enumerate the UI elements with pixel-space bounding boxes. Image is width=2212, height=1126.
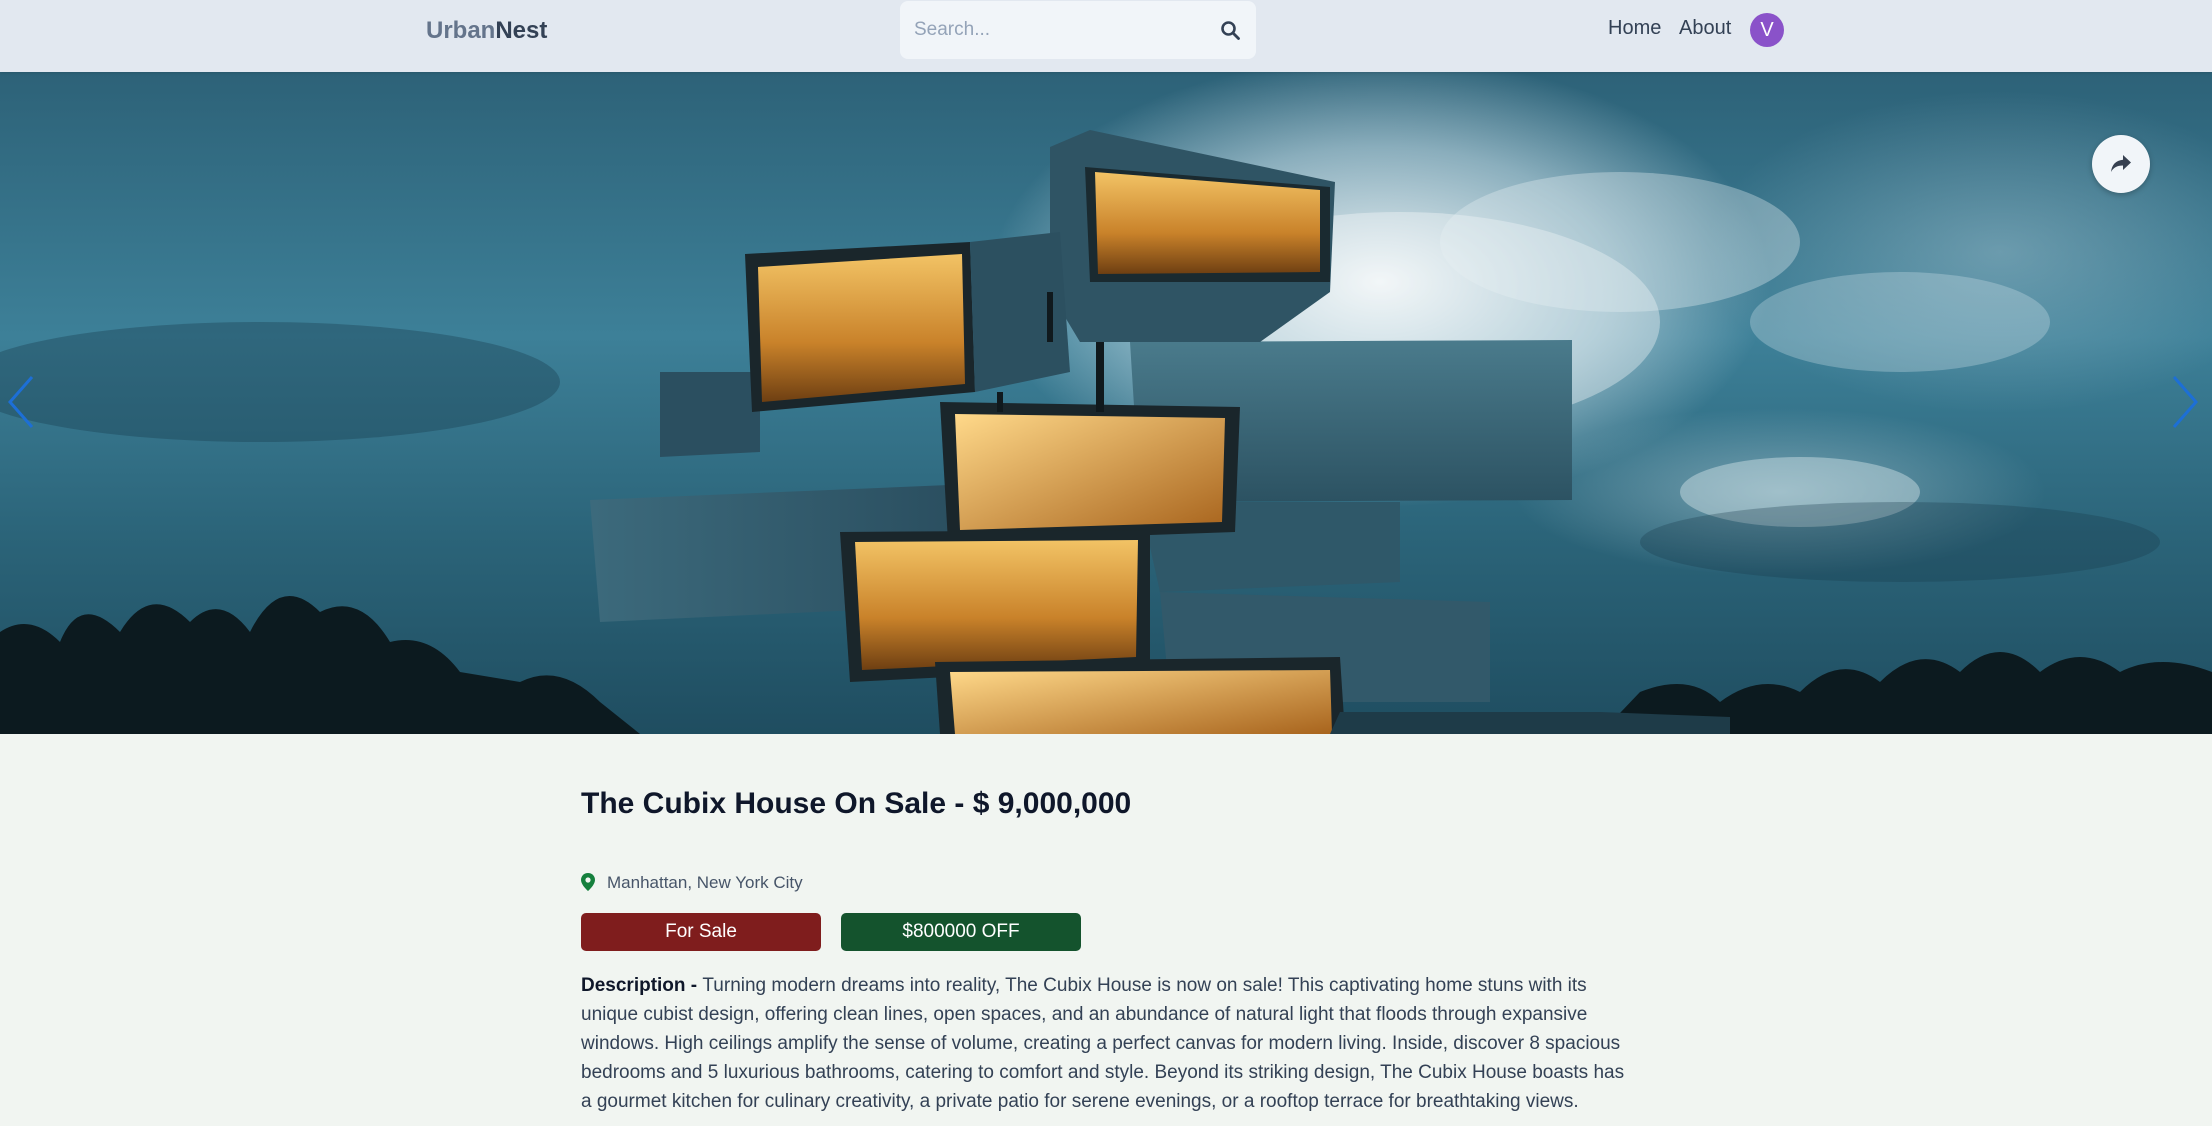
share-button[interactable] (2092, 135, 2150, 193)
logo-part-urban: Urban (426, 17, 496, 44)
share-icon (2111, 155, 2131, 172)
search-box (900, 1, 1256, 59)
site-logo[interactable]: UrbanNest (426, 16, 547, 46)
logo-part-nest: Nest (495, 17, 548, 44)
description-label: Description - (581, 975, 703, 996)
nav-link-about[interactable]: About (1679, 16, 1731, 40)
location-text: Manhattan, New York City (607, 873, 803, 892)
property-image-carousel (0, 72, 2212, 734)
discount-badge: $800000 OFF (841, 913, 1081, 951)
listing-description: Description - Turning modern dreams into… (581, 971, 1631, 1116)
chevron-left-icon[interactable] (6, 375, 36, 429)
map-pin-icon (581, 873, 595, 891)
nav-link-home[interactable]: Home (1608, 16, 1661, 40)
for-sale-badge: For Sale (581, 913, 821, 951)
description-text: Turning modern dreams into reality, The … (581, 975, 1625, 1112)
search-input[interactable] (914, 1, 1204, 59)
top-navbar: UrbanNest Home About V (0, 0, 2212, 72)
search-icon[interactable] (1220, 20, 1240, 40)
property-photo (0, 130, 2212, 734)
user-avatar[interactable]: V (1750, 13, 1784, 47)
listing-title: The Cubix House On Sale - $ 9,000,000 (581, 787, 1132, 820)
chevron-right-icon[interactable] (2170, 375, 2200, 429)
